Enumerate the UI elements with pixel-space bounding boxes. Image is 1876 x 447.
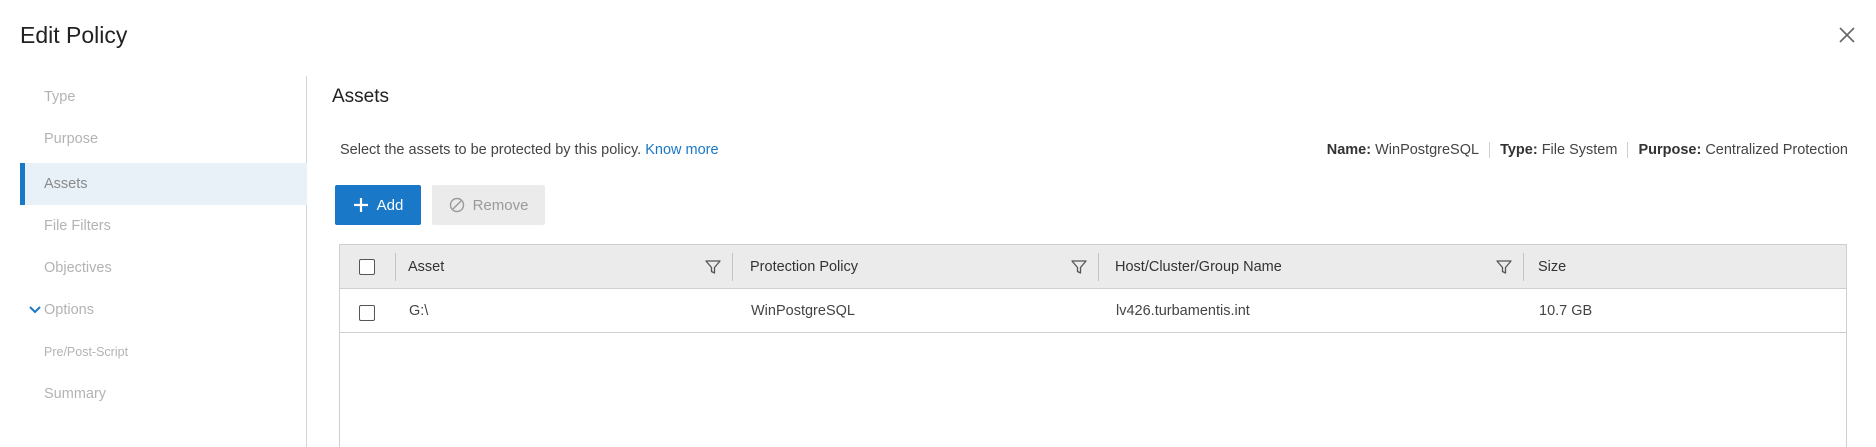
column-divider [732, 253, 733, 281]
filter-icon[interactable] [1495, 258, 1513, 276]
table-row[interactable]: G:\ WinPostgreSQL lv426.turbamentis.int … [340, 289, 1846, 333]
row-checkbox[interactable] [359, 305, 375, 321]
summary-purpose-label: Purpose: [1638, 142, 1702, 158]
cell-asset: G:\ [409, 303, 429, 319]
plus-icon [353, 198, 368, 212]
add-button[interactable]: Add [335, 185, 421, 225]
select-all-checkbox[interactable] [359, 259, 375, 275]
chevron-down-icon[interactable] [27, 302, 43, 318]
step-objectives[interactable]: Objectives [20, 247, 307, 289]
column-header-protection-policy[interactable]: Protection Policy [750, 245, 858, 289]
dialog-title: Edit Policy [20, 22, 128, 48]
cell-host: lv426.turbamentis.int [1116, 303, 1250, 319]
summary-type: Type: File System [1489, 142, 1627, 158]
step-label: File Filters [44, 218, 111, 234]
filter-icon[interactable] [704, 258, 722, 276]
step-file-filters[interactable]: File Filters [20, 205, 307, 247]
step-label: Purpose [44, 131, 99, 147]
step-label: Options [44, 302, 94, 318]
cell-protection-policy: WinPostgreSQL [751, 303, 855, 319]
column-divider [1098, 253, 1099, 281]
step-summary[interactable]: Summary [20, 373, 307, 415]
column-header-size[interactable]: Size [1538, 245, 1566, 289]
step-type[interactable]: Type [20, 76, 307, 118]
table-header: Asset Protection Policy Host/Cluster/Gro… [340, 245, 1846, 289]
assets-table: Asset Protection Policy Host/Cluster/Gro… [339, 244, 1847, 447]
disabled-icon [449, 197, 464, 213]
policy-summary: Name: WinPostgreSQL Type: File System Pu… [1327, 142, 1848, 158]
description-text: Select the assets to be protected by thi… [340, 142, 642, 158]
wizard-steps: Type Purpose Assets File Filters Objecti… [0, 76, 307, 447]
step-label: Summary [44, 386, 107, 402]
step-purpose[interactable]: Purpose [20, 118, 307, 160]
step-assets[interactable]: Assets [20, 163, 307, 205]
remove-button-label: Remove [472, 196, 529, 214]
summary-purpose-value: Centralized Protection [1705, 142, 1848, 158]
remove-button[interactable]: Remove [432, 185, 545, 225]
section-title: Assets [332, 86, 390, 107]
step-label: Type [44, 89, 76, 105]
section-description: Select the assets to be protected by thi… [340, 142, 719, 158]
step-label: Assets [44, 176, 88, 192]
summary-name: Name: WinPostgreSQL [1327, 142, 1489, 158]
step-options[interactable]: Options [20, 289, 307, 331]
step-label: Objectives [44, 260, 112, 276]
cell-size: 10.7 GB [1539, 303, 1593, 319]
column-header-host[interactable]: Host/Cluster/Group Name [1115, 245, 1282, 289]
column-header-asset[interactable]: Asset [408, 245, 444, 289]
summary-type-label: Type: [1500, 142, 1538, 158]
summary-type-value: File System [1541, 142, 1618, 158]
filter-icon[interactable] [1070, 258, 1088, 276]
know-more-link[interactable]: Know more [645, 142, 718, 158]
summary-name-value: WinPostgreSQL [1375, 142, 1480, 158]
add-button-label: Add [376, 196, 404, 214]
step-label: Pre/Post-Script [44, 345, 129, 359]
summary-name-label: Name: [1326, 142, 1372, 158]
column-divider [1523, 253, 1524, 281]
close-icon[interactable] [1836, 24, 1858, 46]
column-divider [395, 253, 396, 281]
summary-purpose: Purpose: Centralized Protection [1627, 142, 1848, 158]
step-pre-post-script[interactable]: Pre/Post-Script [20, 331, 307, 373]
